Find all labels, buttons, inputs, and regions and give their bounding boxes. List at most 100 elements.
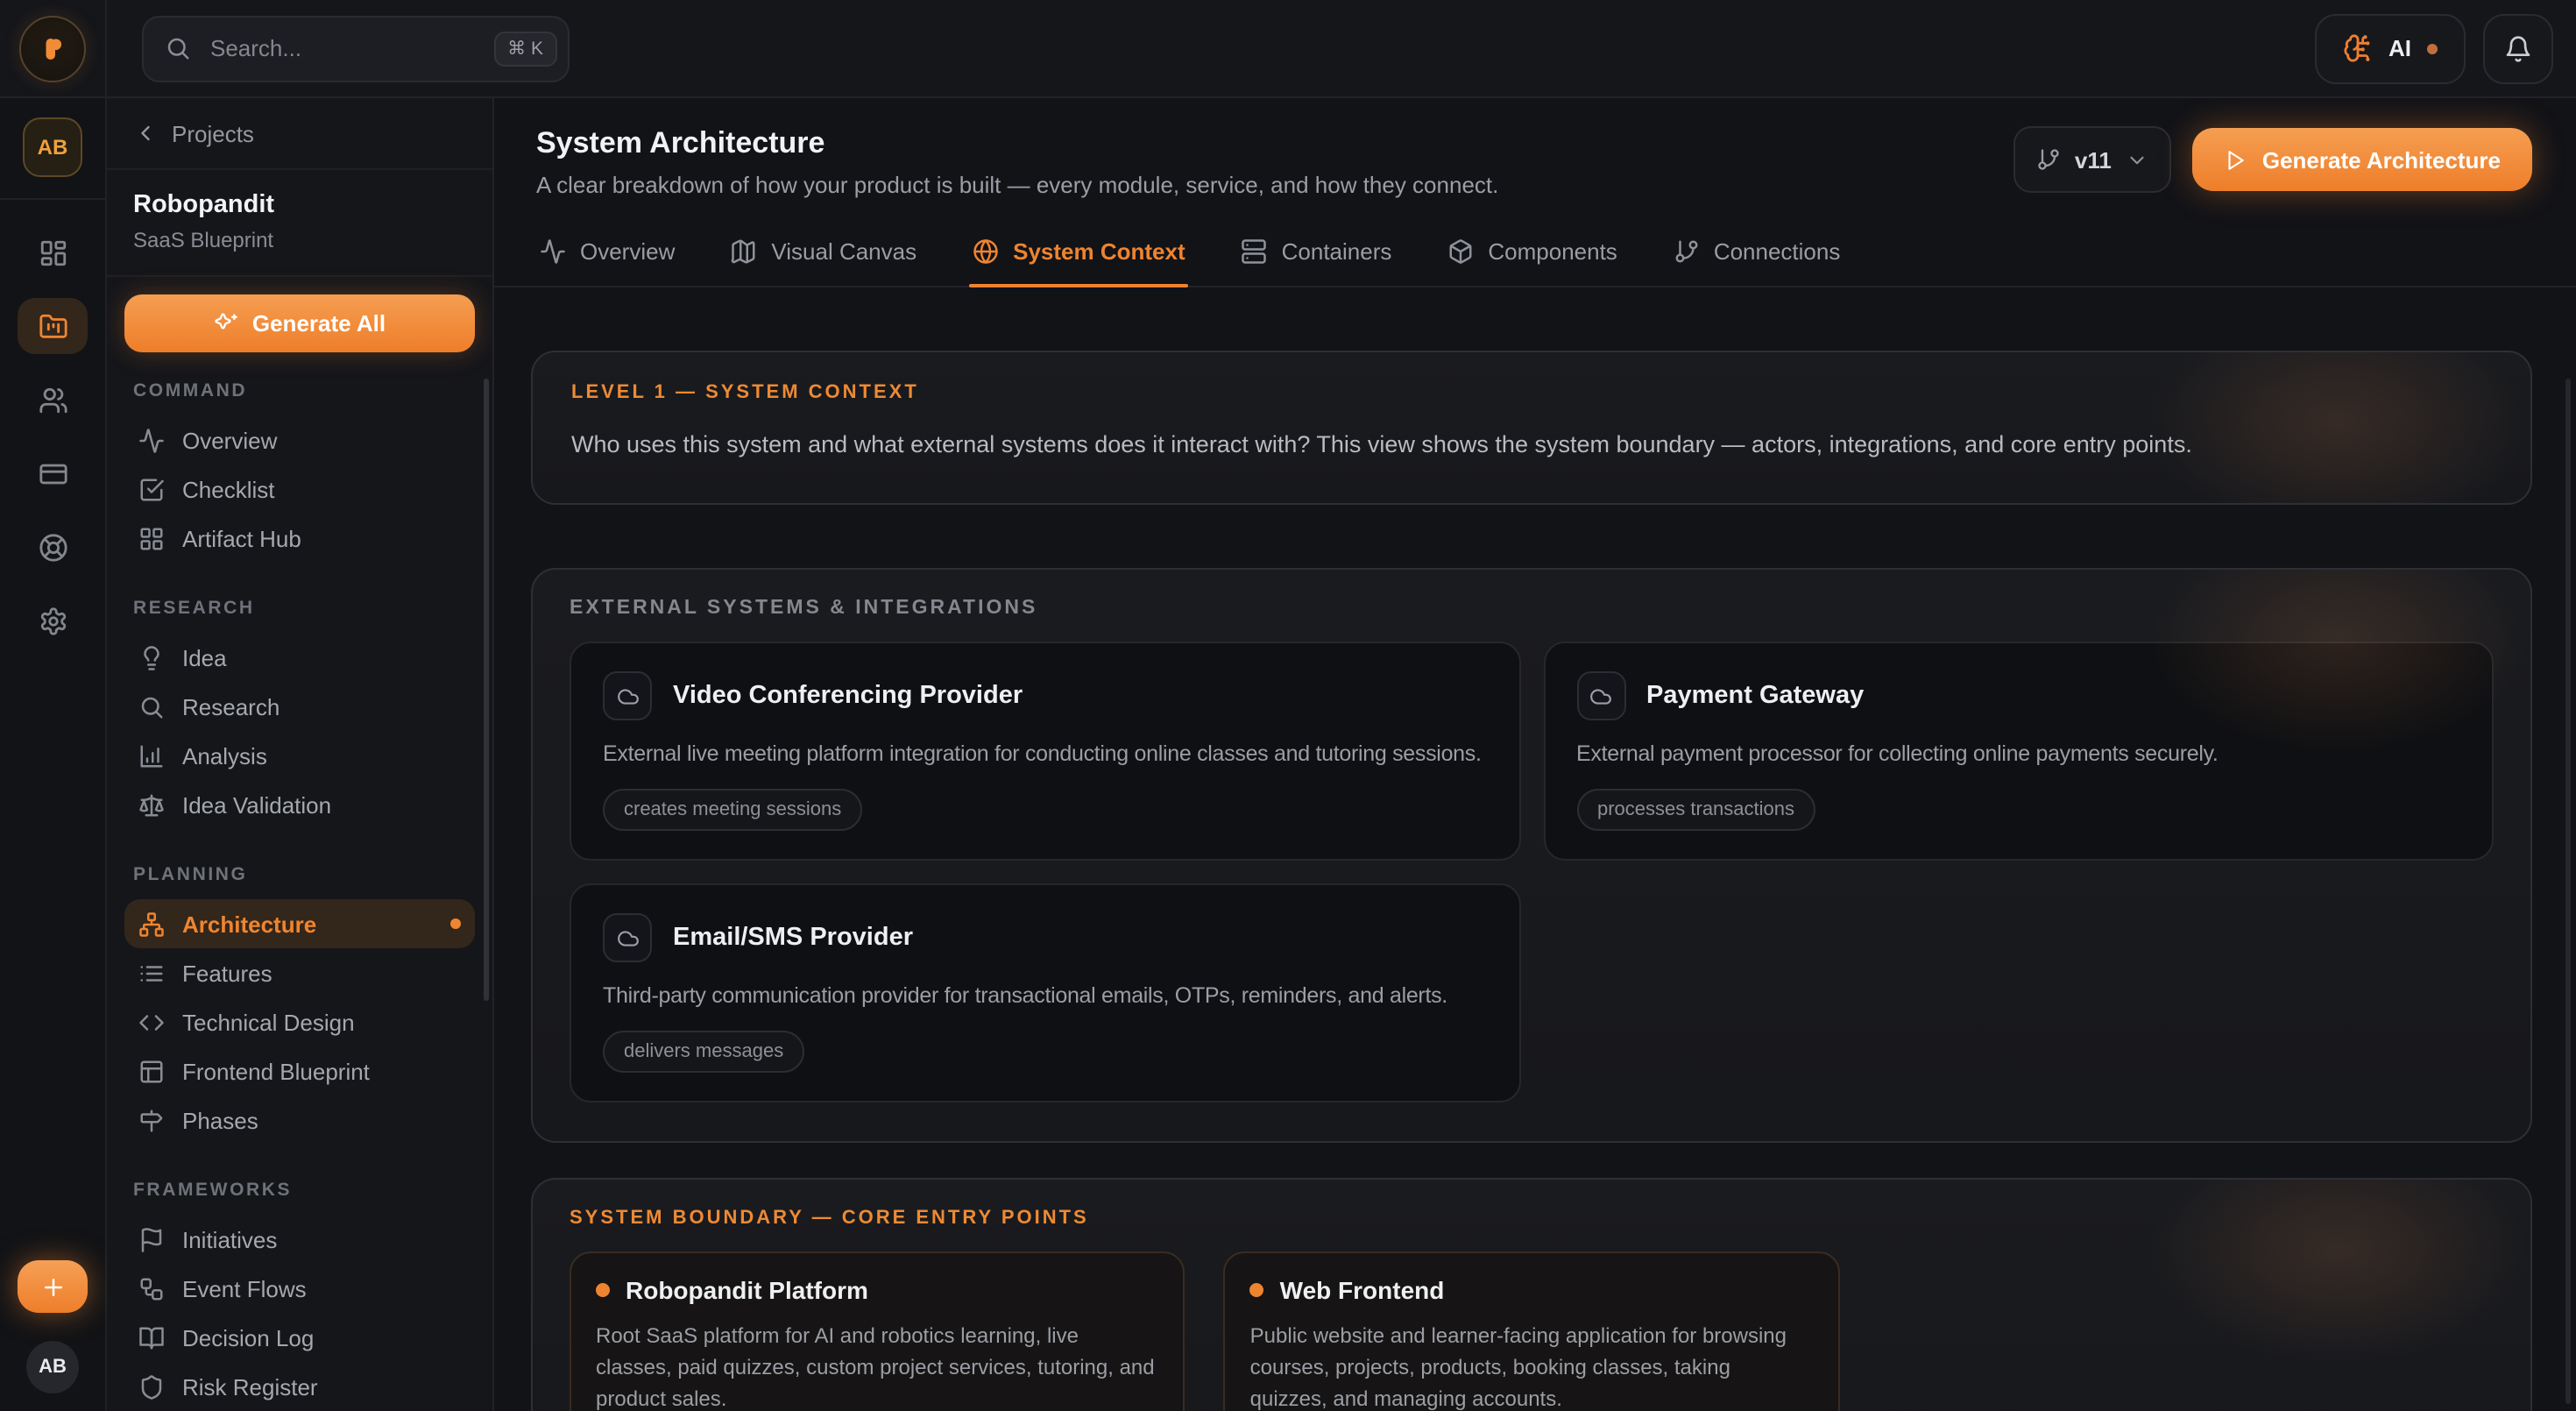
sidebar-item-label: Checklist — [182, 476, 275, 502]
grid-icon — [138, 525, 165, 551]
generate-architecture-button[interactable]: Generate Architecture — [2192, 128, 2532, 191]
rail-help-button[interactable] — [18, 519, 88, 575]
sidebar-item-frontend-blueprint[interactable]: Frontend Blueprint — [124, 1046, 475, 1095]
integration-card-email-sms[interactable]: Email/SMS Provider Third-party communica… — [570, 883, 1520, 1103]
rail-billing-button[interactable] — [18, 445, 88, 501]
rail-settings-button[interactable] — [18, 592, 88, 649]
sidebar-item-artifact-hub[interactable]: Artifact Hub — [124, 514, 475, 563]
integration-card-video[interactable]: Video Conferencing Provider External liv… — [570, 642, 1520, 861]
notifications-button[interactable] — [2483, 13, 2553, 83]
external-systems-grid: Video Conferencing Provider External liv… — [570, 642, 2494, 1103]
boundary-card-web-frontend[interactable]: Web Frontend Public website and learner-… — [1224, 1251, 1840, 1411]
shield-icon — [138, 1373, 165, 1400]
tab-label: Connections — [1714, 238, 1841, 265]
sidebar-item-idea[interactable]: Idea — [124, 633, 475, 682]
sidebar-scrollbar[interactable] — [484, 379, 489, 1001]
tab-label: Components — [1488, 238, 1617, 265]
sidebar-item-idea-validation[interactable]: Idea Validation — [124, 780, 475, 829]
tab-label: Containers — [1282, 238, 1392, 265]
new-project-button[interactable] — [18, 1260, 88, 1313]
sidebar-item-phases[interactable]: Phases — [124, 1095, 475, 1145]
sidebar-item-label: Analysis — [182, 742, 267, 769]
generate-architecture-label: Generate Architecture — [2262, 146, 2501, 173]
tab-system-context[interactable]: System Context — [969, 221, 1189, 286]
logo-glyph-icon — [37, 32, 68, 64]
sidebar-item-label: Research — [182, 693, 280, 720]
search-icon — [138, 693, 165, 720]
sidebar-item-label: Phases — [182, 1107, 258, 1133]
sidebar-item-technical-design[interactable]: Technical Design — [124, 997, 475, 1046]
tab-containers[interactable]: Containers — [1238, 221, 1396, 286]
tab-components[interactable]: Components — [1444, 221, 1620, 286]
sidebar-item-research[interactable]: Research — [124, 682, 475, 731]
main-header: System Architecture A clear breakdown of… — [494, 98, 2576, 198]
list-icon — [138, 960, 165, 986]
git-branch-icon — [2036, 147, 2061, 172]
sidebar-item-analysis[interactable]: Analysis — [124, 731, 475, 780]
app-logo[interactable] — [19, 15, 86, 82]
boundary-desc: Public website and learner-facing applic… — [1250, 1320, 1814, 1411]
cloud-icon — [603, 913, 652, 962]
integration-desc: External live meeting platform integrati… — [603, 741, 1487, 766]
sidebar-item-event-flows[interactable]: Event Flows — [124, 1264, 475, 1313]
boundary-card-robopandit-platform[interactable]: Robopandit Platform Root SaaS platform f… — [570, 1251, 1185, 1411]
sidebar-item-checklist[interactable]: Checklist — [124, 464, 475, 514]
version-selector[interactable]: v11 — [2013, 126, 2171, 193]
search-bar[interactable]: ⌘ K — [142, 15, 570, 82]
tab-connections[interactable]: Connections — [1670, 221, 1844, 286]
main-scrollbar[interactable] — [2565, 379, 2571, 1404]
sidebar-item-overview[interactable]: Overview — [124, 415, 475, 464]
section-label-research: RESEARCH — [133, 598, 466, 619]
lightbulb-icon — [138, 644, 165, 670]
integration-tag: creates meeting sessions — [603, 789, 862, 831]
search-icon — [165, 35, 191, 61]
entry-point-dot — [596, 1283, 610, 1297]
bar-chart-icon — [138, 742, 165, 769]
integration-desc: Third-party communication provider for t… — [603, 983, 1487, 1008]
tab-visual-canvas[interactable]: Visual Canvas — [727, 221, 920, 286]
sidebar-item-risk-register[interactable]: Risk Register — [124, 1362, 475, 1411]
generate-all-label: Generate All — [252, 310, 386, 337]
sidebar: Projects Robopandit SaaS Blueprint Gener… — [107, 98, 494, 1411]
back-to-projects[interactable]: Projects — [107, 98, 492, 170]
sidebar-item-architecture[interactable]: Architecture — [124, 899, 475, 948]
external-systems-card: EXTERNAL SYSTEMS & INTEGRATIONS Video Co… — [531, 568, 2532, 1143]
sparkles-icon — [214, 311, 238, 336]
header-actions: v11 Generate Architecture — [2013, 126, 2532, 193]
workspace-badge[interactable]: AB — [23, 117, 82, 177]
cloud-icon — [1576, 671, 1625, 720]
generate-all-button[interactable]: Generate All — [124, 294, 475, 352]
search-input[interactable] — [207, 33, 478, 63]
integration-tag: processes transactions — [1576, 789, 1815, 831]
rail-team-button[interactable] — [18, 372, 88, 428]
brain-circuit-icon — [2343, 33, 2373, 63]
project-name: Robopandit — [133, 191, 466, 219]
workflow-icon — [138, 1275, 165, 1301]
bell-icon — [2504, 34, 2532, 62]
users-icon — [38, 385, 67, 415]
check-square-icon — [138, 476, 165, 502]
section-label-frameworks: FRAMEWORKS — [133, 1180, 466, 1201]
user-avatar[interactable]: AB — [26, 1341, 79, 1393]
rail-dashboard-button[interactable] — [18, 224, 88, 280]
rail-projects-button[interactable] — [18, 298, 88, 354]
server-icon — [1242, 238, 1268, 265]
rail-divider — [0, 198, 105, 200]
tab-label: Overview — [580, 238, 675, 265]
sidebar-item-decision-log[interactable]: Decision Log — [124, 1313, 475, 1362]
sidebar-nav: COMMAND Overview Checklist Artifact Hub … — [107, 352, 492, 1411]
sidebar-item-initiatives[interactable]: Initiatives — [124, 1215, 475, 1264]
project-type: SaaS Blueprint — [133, 228, 466, 252]
section-label-command: COMMAND — [133, 380, 466, 401]
integration-title: Email/SMS Provider — [673, 924, 913, 952]
ai-label: AI — [2388, 35, 2411, 61]
tab-overview[interactable]: Overview — [536, 221, 678, 286]
app-shell: AB AB — [0, 98, 2576, 1411]
ai-assistant-button[interactable]: AI — [2315, 13, 2466, 83]
map-icon — [731, 238, 757, 265]
sidebar-item-features[interactable]: Features — [124, 948, 475, 997]
section-label-planning: PLANNING — [133, 864, 466, 885]
sidebar-item-label: Architecture — [182, 911, 316, 937]
project-block: Robopandit SaaS Blueprint — [107, 170, 492, 277]
integration-card-payment[interactable]: Payment Gateway External payment process… — [1543, 642, 2494, 861]
